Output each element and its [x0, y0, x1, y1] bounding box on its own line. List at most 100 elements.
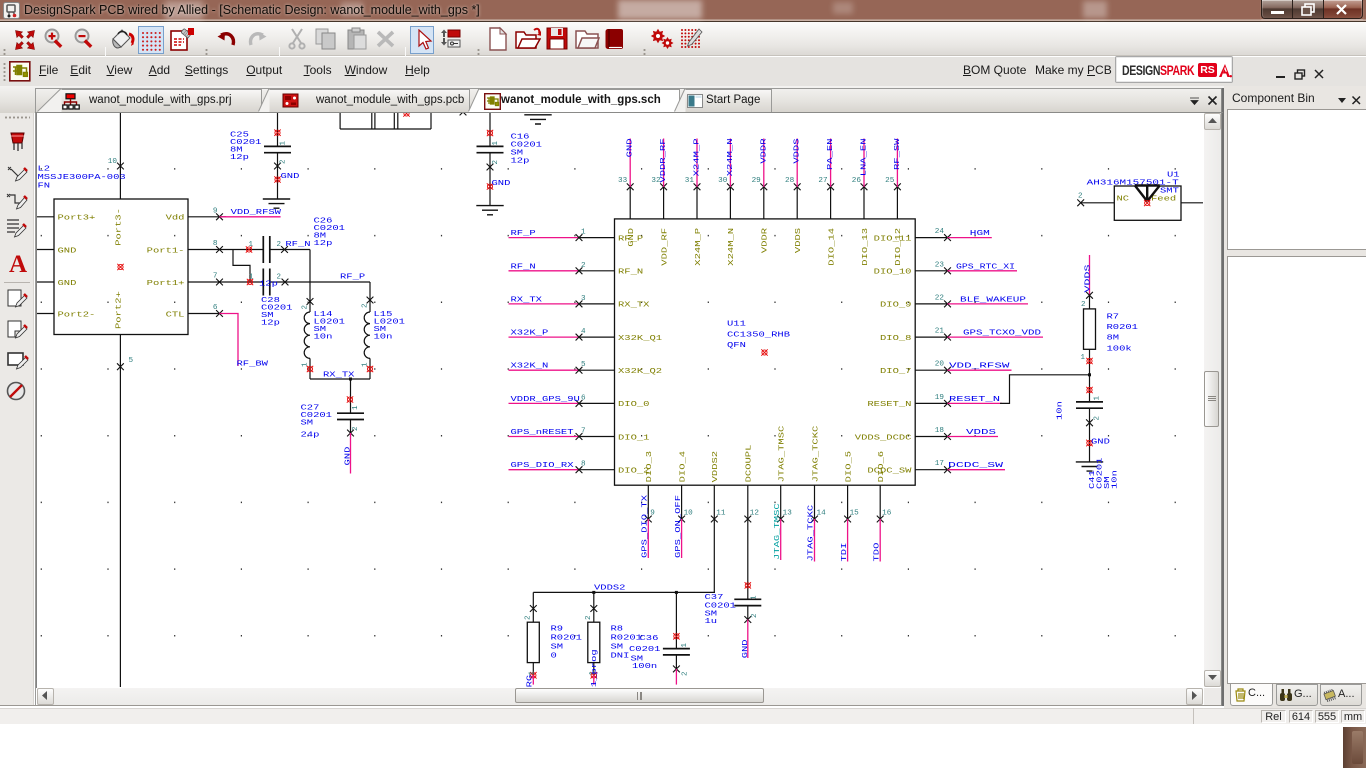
svg-text:DIO_11: DIO_11 [874, 235, 912, 243]
svg-text:12: 12 [750, 510, 759, 518]
svg-text:SM: SM [611, 644, 624, 652]
svg-text:VDD_RF: VDD_RF [661, 228, 669, 266]
svg-text:X32K_Q2: X32K_Q2 [618, 368, 662, 376]
svg-text:5: 5 [581, 361, 586, 369]
svg-text:2: 2 [492, 160, 500, 165]
svg-text:30: 30 [718, 177, 728, 185]
svg-text:BLE_WAKEUP: BLE_WAKEUP [960, 296, 1027, 304]
svg-text:DIO_8: DIO_8 [880, 335, 912, 343]
svg-text:GND: GND [627, 138, 635, 158]
svg-text:JTAG_TCKC: JTAG_TCKC [808, 504, 816, 561]
svg-text:DCDC_SW: DCDC_SW [867, 468, 912, 476]
svg-text:RF_SW: RF_SW [894, 138, 902, 170]
svg-text:VDDR: VDDR [762, 227, 770, 253]
svg-text:10: 10 [108, 158, 118, 166]
svg-text:5: 5 [129, 357, 134, 365]
svg-text:1: 1 [581, 229, 586, 237]
svg-text:PA_EN: PA_EN [827, 139, 835, 171]
svg-text:10n: 10n [374, 334, 393, 342]
svg-text:8: 8 [213, 240, 218, 248]
svg-text:U11: U11 [727, 321, 747, 329]
svg-text:VDDR_GPS_9U: VDDR_GPS_9U [511, 396, 580, 404]
svg-text:Port1-: Port1- [147, 247, 185, 255]
svg-text:12p: 12p [261, 320, 280, 328]
svg-text:DIO1_prog: DIO1_prog [591, 649, 599, 687]
svg-text:RF_N: RF_N [285, 241, 310, 249]
svg-text:X32K_P: X32K_P [511, 330, 549, 338]
svg-text:DIO_10: DIO_10 [874, 269, 912, 277]
svg-text:R8: R8 [611, 626, 624, 634]
svg-text:25: 25 [885, 177, 895, 185]
svg-text:TDI: TDI [841, 543, 849, 562]
svg-text:L2: L2 [38, 166, 51, 174]
svg-text:2: 2 [682, 672, 690, 677]
svg-text:2: 2 [1081, 301, 1086, 309]
svg-text:VDDS: VDDS [794, 138, 802, 164]
svg-text:VDDR: VDDR [760, 138, 768, 164]
svg-text:7: 7 [213, 273, 218, 281]
svg-text:1: 1 [302, 362, 310, 367]
svg-text:1: 1 [352, 405, 360, 410]
svg-text:GND: GND [58, 280, 78, 288]
svg-text:GPS_DIO_RX: GPS_DIO_RX [511, 462, 575, 470]
svg-text:R9: R9 [551, 626, 564, 634]
svg-text:QFN: QFN [727, 342, 746, 350]
svg-text:11: 11 [716, 510, 726, 518]
svg-text:10n: 10n [1057, 401, 1065, 420]
svg-text:DPRG: DPRG [527, 674, 535, 687]
svg-text:17: 17 [935, 460, 944, 468]
svg-text:2: 2 [1078, 193, 1083, 201]
svg-text:100n: 100n [632, 663, 657, 671]
svg-text:C0201: C0201 [629, 646, 661, 654]
svg-text:33: 33 [618, 177, 628, 185]
svg-text:10n: 10n [314, 334, 333, 342]
svg-text:2: 2 [277, 241, 282, 249]
svg-text:CTL: CTL [166, 311, 186, 319]
svg-text:HGM: HGM [970, 230, 991, 238]
svg-text:VDDS: VDDS [795, 227, 803, 253]
svg-text:Vdd: Vdd [166, 215, 185, 223]
svg-text:RX_TX: RX_TX [618, 302, 650, 310]
svg-text:1: 1 [492, 141, 500, 146]
svg-text:24: 24 [935, 228, 945, 236]
svg-text:Port3-: Port3- [116, 208, 124, 246]
svg-text:JTAG_TMSC: JTAG_TMSC [779, 425, 787, 482]
svg-text:12p: 12p [511, 158, 530, 166]
svg-text:2: 2 [585, 616, 593, 621]
svg-text:22: 22 [935, 294, 944, 302]
svg-text:100k: 100k [1107, 346, 1133, 354]
svg-text:JTAG_TCKC: JTAG_TCKC [812, 425, 820, 482]
svg-text:1: 1 [1081, 354, 1086, 362]
svg-text:X32K_N: X32K_N [511, 363, 549, 371]
svg-text:AH316M157501-T: AH316M157501-T [1087, 179, 1180, 187]
svg-text:14: 14 [817, 510, 827, 518]
svg-text:DIO_12: DIO_12 [895, 228, 903, 266]
svg-text:VDD_RFSW: VDD_RFSW [949, 363, 1010, 371]
svg-text:SMT: SMT [1160, 187, 1180, 195]
svg-text:DIO_4: DIO_4 [679, 450, 687, 482]
svg-text:JTAG_TMSC: JTAG_TMSC [774, 503, 782, 560]
svg-text:12p: 12p [230, 154, 249, 162]
svg-text:RF_N: RF_N [618, 269, 643, 277]
svg-text:X24M_N: X24M_N [728, 228, 736, 266]
svg-text:1u: 1u [705, 618, 718, 626]
svg-text:DIO_5: DIO_5 [845, 450, 853, 482]
svg-text:RESET_N: RESET_N [867, 401, 911, 409]
svg-text:23: 23 [935, 261, 945, 269]
svg-text:SM: SM [511, 150, 524, 158]
svg-text:2: 2 [581, 262, 586, 270]
svg-text:DIO_3: DIO_3 [646, 450, 654, 482]
svg-text:RF_N: RF_N [511, 263, 536, 271]
svg-text:GND: GND [628, 227, 636, 247]
svg-text:13: 13 [783, 510, 793, 518]
svg-text:X24M_N: X24M_N [727, 139, 735, 177]
svg-text:DNI: DNI [611, 653, 630, 661]
svg-text:SM: SM [301, 420, 314, 428]
svg-text:1: 1 [362, 362, 370, 367]
svg-text:1: 1 [249, 241, 254, 249]
svg-text:6: 6 [213, 304, 218, 312]
svg-text:GPS_DIO_TX: GPS_DIO_TX [642, 494, 650, 558]
svg-text:DIO_2: DIO_2 [618, 468, 650, 476]
svg-text:GPS_nRESET: GPS_nRESET [511, 429, 575, 437]
svg-text:0: 0 [551, 653, 558, 661]
